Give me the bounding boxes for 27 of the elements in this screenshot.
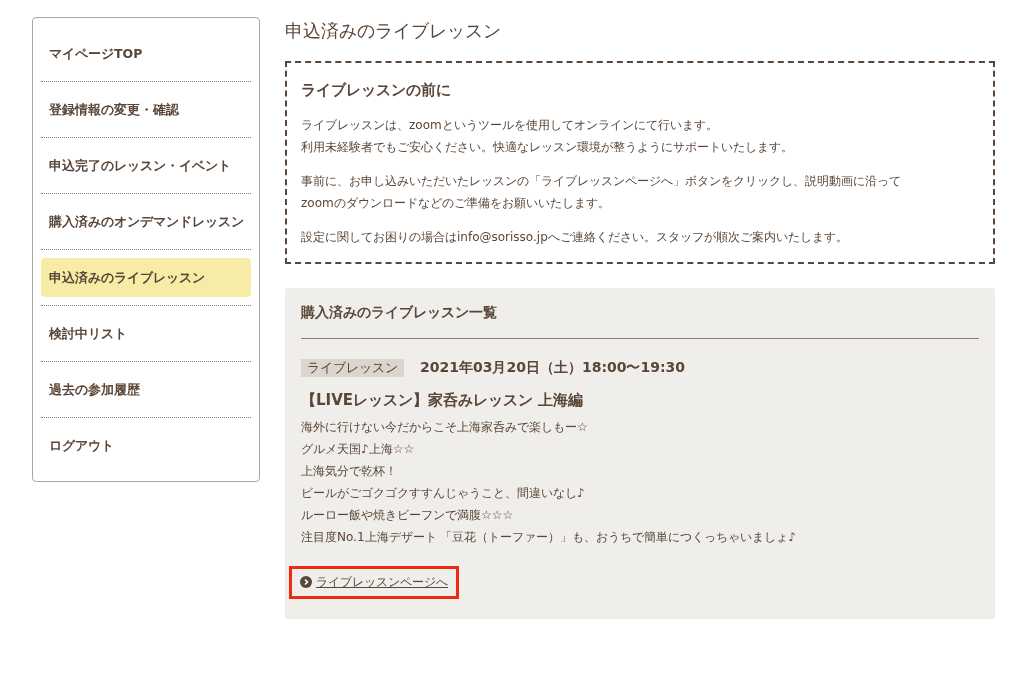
lesson-datetime: 2021年03月20日（土）18:00〜19:30 (420, 359, 686, 377)
lesson-description: 上海気分で乾杯！ (301, 463, 397, 480)
sidebar-item[interactable]: ログアウト (41, 426, 251, 465)
lesson-description: グルメ天国♪上海☆☆ (301, 441, 415, 458)
sidebar-item[interactable]: 申込完了のレッスン・イベント (41, 146, 251, 185)
sidebar-item[interactable]: 検討中リスト (41, 314, 251, 353)
sidebar-item[interactable]: 購入済みのオンデマンドレッスン (41, 202, 251, 241)
lesson-description: ルーロー飯や焼きビーフンで満腹☆☆☆ (301, 507, 514, 524)
notice-text: zoomのダウンロードなどのご準備をお願いいたします。 (301, 195, 610, 212)
page-title: 申込済みのライブレッスン (285, 19, 502, 43)
live-lesson-page-link[interactable]: ライブレッスンページへ (300, 573, 448, 591)
list-heading: 購入済みのライブレッスン一覧 (301, 304, 498, 322)
notice-heading: ライブレッスンの前に (301, 81, 452, 100)
chevron-circle-icon (300, 576, 312, 588)
lesson-description: 注目度No.1上海デザート 「豆花（トーファー）」も、おうちで簡単につくっちゃいましょ♪ (301, 529, 797, 546)
lesson-title: 【LIVEレッスン】家呑みレッスン 上海編 (301, 391, 585, 410)
sidebar-item[interactable]: 登録情報の変更・確認 (41, 90, 251, 129)
sidebar-item[interactable]: マイページTOP (41, 34, 251, 73)
notice-text: 利用未経験者でもご安心ください。快適なレッスン環境が整うようにサポートいたします。 (301, 139, 793, 156)
sidebar-item[interactable]: 過去の参加履歴 (41, 370, 251, 409)
lesson-description: ビールがごゴクゴクすすんじゃうこと、間違いなし♪ (301, 485, 585, 502)
notice-text: ライブレッスンは、zoomというツールを使用してオンラインにて行います。 (301, 117, 718, 134)
notice-text: 事前に、お申し込みいただいたレッスンの「ライブレッスンページへ」ボタンをクリックし、説明動画に沿って (301, 173, 901, 190)
notice-text: 設定に関してお困りの場合はinfo@sorisso.jpへご連絡ください。スタッフが順次ご案内いたします。 (301, 229, 848, 246)
sidebar-item[interactable]: 申込済みのライブレッスン (41, 258, 251, 297)
lesson-type-tag: ライブレッスン (301, 359, 404, 377)
lesson-description: 海外に行けない今だからこそ上海家呑みで楽しもー☆ (301, 419, 588, 436)
